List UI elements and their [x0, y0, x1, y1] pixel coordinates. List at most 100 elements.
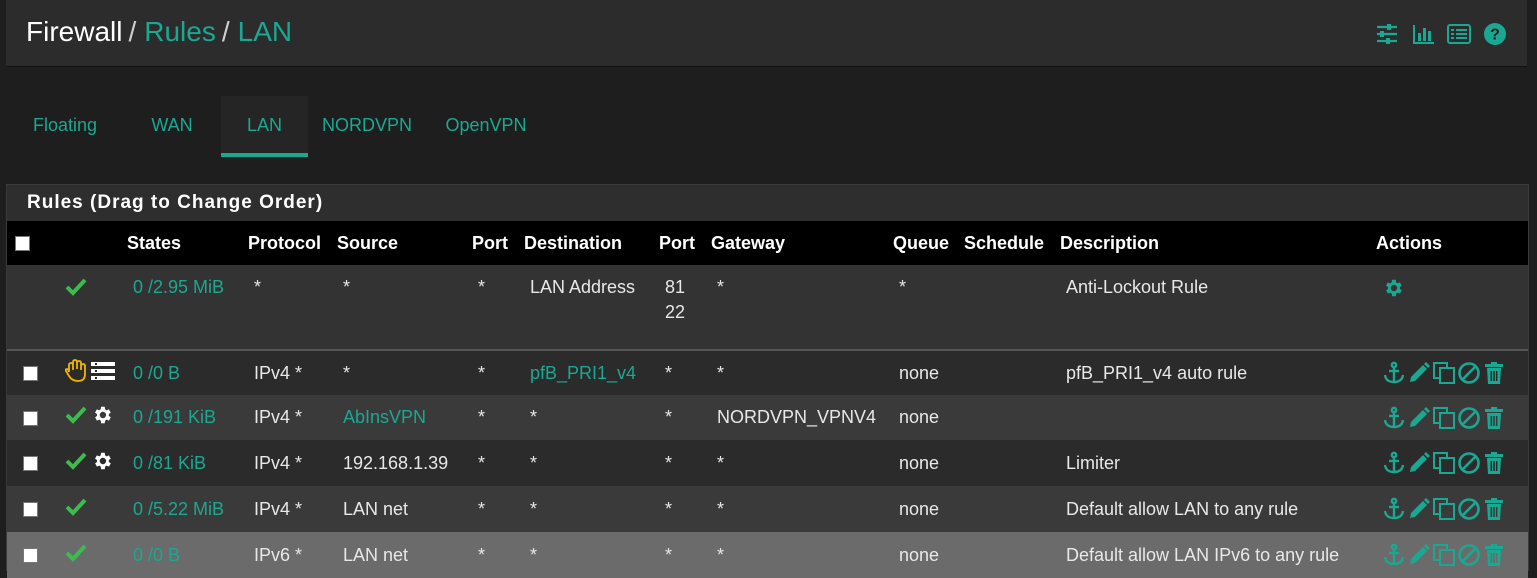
- anchor-icon[interactable]: [1382, 406, 1406, 430]
- copy-icon[interactable]: [1432, 406, 1456, 430]
- trash-icon[interactable]: [1482, 361, 1506, 385]
- description-cell: Default allow LAN to any rule: [1060, 486, 1376, 532]
- queue-cell: *: [893, 265, 964, 351]
- states-cell[interactable]: 0 /2.95 MiB: [127, 265, 248, 351]
- port-value: 81: [665, 277, 686, 297]
- trash-icon[interactable]: [1482, 543, 1506, 567]
- gateway-cell: *: [711, 486, 893, 532]
- destination-cell: *: [524, 440, 659, 486]
- sliders-icon[interactable]: [1375, 22, 1399, 46]
- row-checkbox[interactable]: [23, 502, 38, 518]
- gateway-cell: NORDVPN_VPNV4: [711, 395, 893, 440]
- port-value: 22: [665, 302, 686, 322]
- disable-icon[interactable]: [1457, 543, 1481, 567]
- list-icon: [91, 361, 115, 386]
- col-destination-port: Port: [659, 221, 711, 265]
- gear-icon[interactable]: [1382, 277, 1404, 304]
- destination-port-cell: *: [659, 350, 711, 395]
- check-icon: [65, 451, 87, 476]
- gateway-cell: *: [711, 350, 893, 395]
- help-icon[interactable]: ?: [1483, 22, 1507, 46]
- source-port-cell: *: [472, 440, 524, 486]
- source-alias-link[interactable]: AbInsVPN: [337, 395, 472, 440]
- row-actions: [1382, 497, 1528, 521]
- row-checkbox[interactable]: [23, 456, 38, 472]
- disable-icon[interactable]: [1457, 451, 1481, 475]
- anchor-icon[interactable]: [1382, 361, 1406, 385]
- protocol-cell: IPv4 *: [248, 440, 337, 486]
- source-port-cell: *: [472, 532, 524, 578]
- col-protocol: Protocol: [248, 221, 337, 265]
- tab-nordvpn[interactable]: NORDVPN: [308, 96, 426, 156]
- disable-icon[interactable]: [1457, 361, 1481, 385]
- description-cell: pfB_PRI1_v4 auto rule: [1060, 350, 1376, 395]
- trash-icon[interactable]: [1482, 497, 1506, 521]
- tab-openvpn[interactable]: OpenVPN: [426, 96, 546, 156]
- source-cell: LAN net: [337, 532, 472, 578]
- destination-cell: *: [524, 486, 659, 532]
- header-icons: ?: [1375, 22, 1507, 46]
- breadcrumb-firewall: Firewall: [26, 16, 123, 47]
- breadcrumb-lan-link[interactable]: LAN: [238, 16, 292, 47]
- disable-icon[interactable]: [1457, 497, 1481, 521]
- list-icon[interactable]: [1447, 22, 1471, 46]
- destination-port-cell: *: [659, 532, 711, 578]
- pencil-icon[interactable]: [1407, 406, 1431, 430]
- row-checkbox[interactable]: [23, 548, 38, 564]
- anchor-icon[interactable]: [1382, 451, 1406, 475]
- copy-icon[interactable]: [1432, 361, 1456, 385]
- page-header: Firewall / Rules / LAN ?: [6, 0, 1527, 67]
- table-row[interactable]: 0 /191 KiB IPv4 * AbInsVPN * * * NORDVPN…: [7, 395, 1528, 440]
- states-cell[interactable]: 0 /191 KiB: [127, 395, 248, 440]
- copy-icon[interactable]: [1432, 543, 1456, 567]
- trash-icon[interactable]: [1482, 451, 1506, 475]
- gear-icon: [91, 404, 113, 431]
- gateway-cell: *: [711, 265, 893, 351]
- pencil-icon[interactable]: [1407, 543, 1431, 567]
- table-row[interactable]: 0 /5.22 MiB IPv4 * LAN net * * * * none …: [7, 486, 1528, 532]
- table-row[interactable]: 0 /2.95 MiB * * * LAN Address 81 22 * * A…: [7, 265, 1528, 351]
- destination-alias-link[interactable]: pfB_PRI1_v4: [524, 350, 659, 395]
- states-cell[interactable]: 0 /81 KiB: [127, 440, 248, 486]
- tab-floating[interactable]: Floating: [6, 96, 124, 156]
- row-actions: [1382, 543, 1528, 567]
- col-states: States: [127, 221, 248, 265]
- description-cell: Default allow LAN IPv6 to any rule: [1060, 532, 1376, 578]
- anchor-icon[interactable]: [1382, 543, 1406, 567]
- description-cell: Anti-Lockout Rule: [1060, 265, 1376, 351]
- col-source: Source: [337, 221, 472, 265]
- copy-icon[interactable]: [1432, 497, 1456, 521]
- col-source-port: Port: [472, 221, 524, 265]
- destination-cell: *: [524, 532, 659, 578]
- breadcrumb-rules-link[interactable]: Rules: [144, 16, 216, 47]
- row-checkbox[interactable]: [23, 366, 38, 382]
- tab-lan[interactable]: LAN: [221, 96, 308, 157]
- select-all-checkbox[interactable]: [15, 236, 30, 252]
- bar-chart-icon[interactable]: [1411, 22, 1435, 46]
- destination-port-cell: *: [659, 486, 711, 532]
- table-row[interactable]: 0 /0 B IPv4 * * * pfB_PRI1_v4 * * none p…: [7, 350, 1528, 395]
- tab-wan[interactable]: WAN: [124, 96, 220, 156]
- queue-cell: none: [893, 350, 964, 395]
- pencil-icon[interactable]: [1407, 361, 1431, 385]
- anchor-icon[interactable]: [1382, 497, 1406, 521]
- table-row[interactable]: 0 /81 KiB IPv4 * 192.168.1.39 * * * * no…: [7, 440, 1528, 486]
- schedule-cell: [964, 440, 1060, 486]
- breadcrumb: Firewall / Rules / LAN: [26, 16, 292, 48]
- states-cell[interactable]: 0 /5.22 MiB: [127, 486, 248, 532]
- states-cell[interactable]: 0 /0 B: [127, 350, 248, 395]
- trash-icon[interactable]: [1482, 406, 1506, 430]
- states-cell[interactable]: 0 /0 B: [127, 532, 248, 578]
- source-cell: 192.168.1.39: [337, 440, 472, 486]
- table-row[interactable]: 0 /0 B IPv6 * LAN net * * * * none Defau…: [7, 532, 1528, 578]
- copy-icon[interactable]: [1432, 451, 1456, 475]
- pencil-icon[interactable]: [1407, 451, 1431, 475]
- row-checkbox[interactable]: [23, 410, 38, 426]
- pencil-icon[interactable]: [1407, 497, 1431, 521]
- col-schedule: Schedule: [964, 221, 1060, 265]
- queue-cell: none: [893, 440, 964, 486]
- source-cell: LAN net: [337, 486, 472, 532]
- destination-port-cell: *: [659, 440, 711, 486]
- disable-icon[interactable]: [1457, 406, 1481, 430]
- destination-port-cell: *: [659, 395, 711, 440]
